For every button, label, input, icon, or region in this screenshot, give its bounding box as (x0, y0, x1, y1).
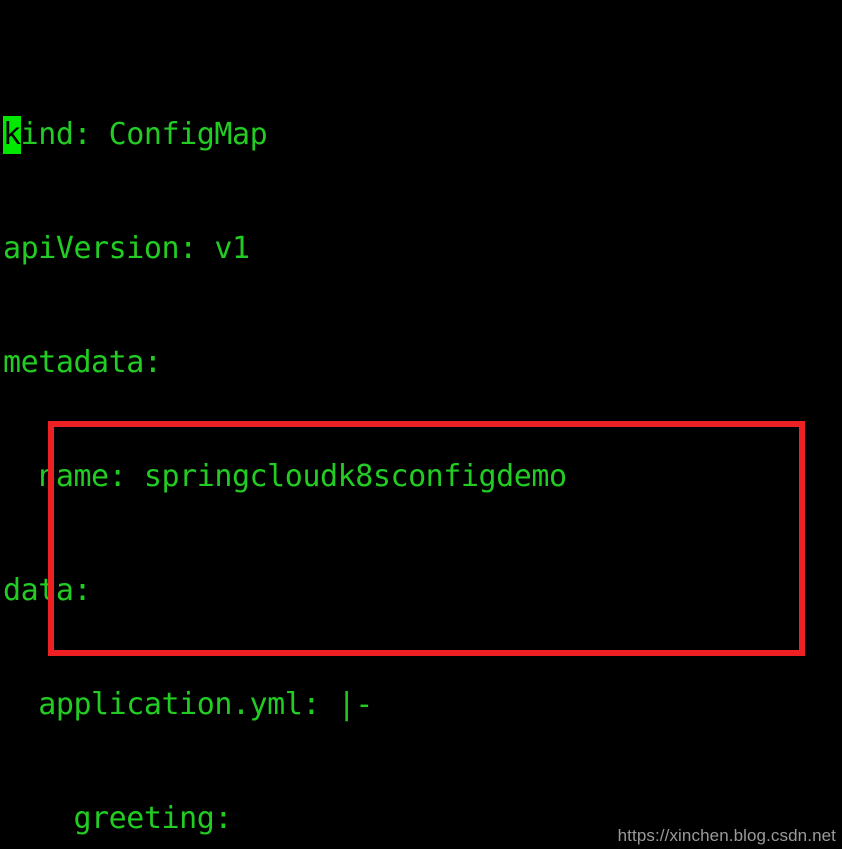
code-line-1-text: ind: ConfigMap (20, 117, 268, 152)
terminal-screen[interactable]: kind: ConfigMap apiVersion: v1 metadata:… (0, 0, 842, 849)
code-line-3: metadata: (3, 345, 162, 380)
code-line-5: data: (3, 573, 92, 608)
code-line-1: kind: ConfigMap (3, 116, 842, 154)
code-line-6: application.yml: |- (3, 687, 373, 722)
code-line-2: apiVersion: v1 (3, 231, 250, 266)
code-line-4: name: springcloudk8sconfigdemo (3, 459, 567, 494)
site-watermark: https://xinchen.blog.csdn.net (617, 826, 836, 845)
yaml-code-block[interactable]: kind: ConfigMap apiVersion: v1 metadata:… (3, 2, 842, 849)
text-cursor-block: k (3, 116, 21, 154)
